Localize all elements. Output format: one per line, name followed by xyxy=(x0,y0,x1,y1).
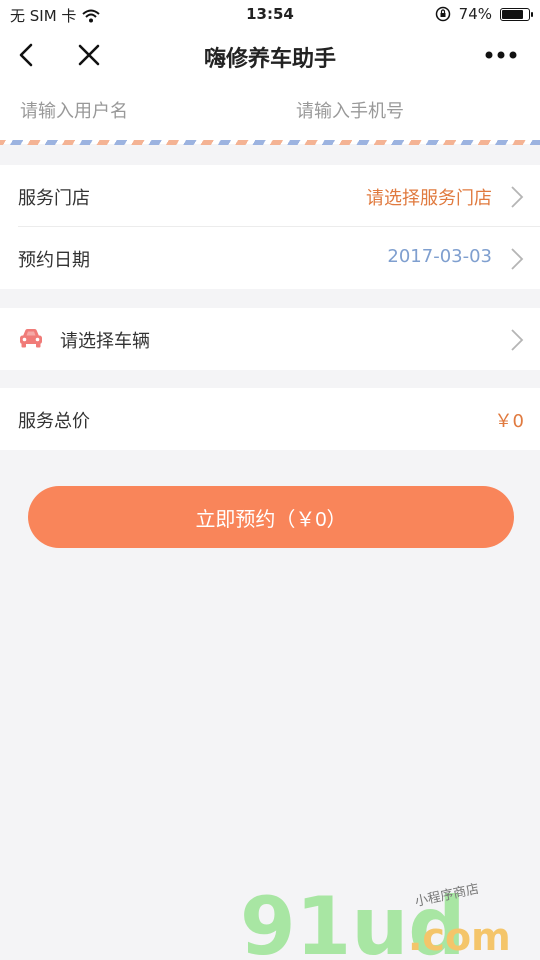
appointment-card: 服务门店 请选择服务门店 预约日期 2017-03-03 xyxy=(0,165,540,289)
envelope-border-decoration xyxy=(0,140,540,145)
book-now-button[interactable]: 立即预约（￥0） xyxy=(28,486,514,548)
date-label: 预约日期 xyxy=(18,250,90,271)
battery-level xyxy=(502,9,523,19)
vehicle-card: 请选择车辆 xyxy=(0,308,540,370)
price-row: 服务总价 ￥0 xyxy=(0,388,540,450)
price-value: ￥0 xyxy=(494,411,524,432)
watermark-logo: 91ud .com 小程序商店 xyxy=(240,880,511,960)
status-bar: 无 SIM 卡 13:54 74% xyxy=(0,0,540,30)
date-select-row[interactable]: 预约日期 2017-03-03 xyxy=(0,227,540,289)
battery-percent: 74% xyxy=(458,5,492,23)
store-select-row[interactable]: 服务门店 请选择服务门店 xyxy=(0,165,540,227)
price-card: 服务总价 ￥0 xyxy=(0,388,540,450)
store-value: 请选择服务门店 xyxy=(366,188,492,209)
username-input[interactable] xyxy=(18,94,272,128)
chevron-right-icon xyxy=(511,186,524,208)
phone-input[interactable] xyxy=(294,94,528,128)
store-label: 服务门店 xyxy=(18,188,90,209)
status-right: 74% xyxy=(435,5,533,23)
battery-icon xyxy=(500,7,533,21)
vehicle-select-row[interactable]: 请选择车辆 xyxy=(0,308,540,370)
chevron-right-icon xyxy=(511,329,524,351)
watermark-domain: .com xyxy=(408,915,511,959)
orientation-lock-icon xyxy=(435,6,450,22)
more-options-icon[interactable] xyxy=(484,44,518,66)
page-title: 嗨修养车助手 xyxy=(203,47,336,72)
price-label: 服务总价 xyxy=(18,411,90,432)
vehicle-label: 请选择车辆 xyxy=(60,331,150,352)
contact-section xyxy=(0,80,540,144)
car-icon xyxy=(20,329,42,348)
nav-bar: 嗨修养车助手 xyxy=(0,30,540,80)
date-value: 2017-03-03 xyxy=(387,246,492,267)
chevron-right-icon xyxy=(511,248,524,270)
